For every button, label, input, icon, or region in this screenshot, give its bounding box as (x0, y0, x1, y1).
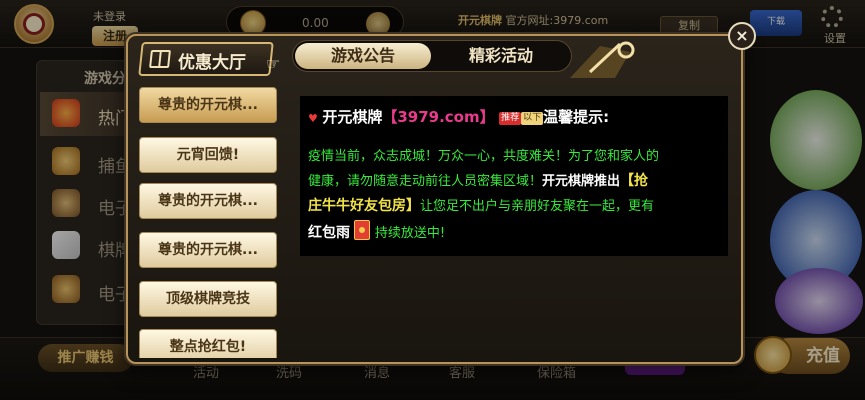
tab-featured-activities[interactable]: 精彩活动 (433, 43, 569, 69)
notice-text: 【抢 (620, 173, 649, 189)
gift-icon (149, 50, 171, 68)
list-item[interactable]: 尊贵的开元棋... (139, 183, 277, 219)
notice-tag: 以下 (521, 112, 544, 125)
notice-text: 庄牛牛好友包房】 (308, 198, 420, 214)
notice-brand: 开元棋牌 (322, 108, 383, 126)
list-item[interactable]: 整点抢红包! (139, 329, 277, 358)
notice-list: 尊贵的开元棋... 元宵回馈! 尊贵的开元棋... 尊贵的开元棋... 顶级棋牌… (134, 82, 286, 358)
list-item[interactable]: 元宵回馈! (139, 137, 277, 173)
recommend-tag: 推荐 (499, 112, 522, 125)
notice-line-3: 庄牛牛好友包房】让您足不出户与亲朋好友聚在一起，更有 (308, 195, 654, 218)
notice-text: 开元棋牌推出 (542, 174, 621, 189)
pointing-hand-icon: ☞ (266, 54, 281, 73)
red-envelope-icon (354, 220, 371, 240)
list-item[interactable]: 尊贵的开元棋... (139, 87, 277, 123)
heart-icon: ♥ (308, 112, 318, 125)
notice-content: ♥ 开元棋牌【3979.com】 推荐 以下 温馨提示: 疫情当前，众志成城！万众一… (300, 96, 728, 256)
notice-heading: ♥ 开元棋牌【3979.com】 推荐 以下 温馨提示: (308, 106, 609, 130)
close-button[interactable]: × (728, 22, 756, 50)
list-item[interactable]: 顶级棋牌竞技 (139, 281, 277, 317)
modal-tabs: 游戏公告 精彩活动 (292, 40, 572, 72)
notice-line-4: 红包雨 持续放送中! (308, 220, 445, 245)
notice-text: 让您足不出户与亲朋好友聚在一起，更有 (420, 199, 655, 214)
notice-line-2: 健康，请勿随意走动前往人员密集区域！开元棋牌推出【抢 (308, 170, 648, 193)
notice-tip: 温馨提示: (543, 108, 610, 126)
notice-text: 健康，请勿随意走动前往人员密集区域！ (308, 174, 543, 189)
tab-game-notice[interactable]: 游戏公告 (295, 43, 431, 69)
notice-site: 【3979.com】 (382, 108, 495, 126)
modal-title: 优惠大厅 (178, 53, 246, 73)
notice-line-1: 疫情当前，众志成城！万众一心，共度难关！为了您和家人的 (308, 149, 660, 164)
list-item[interactable]: 尊贵的开元棋... (139, 232, 277, 268)
decorative-key-icon (570, 41, 635, 78)
notice-text: 持续放送中! (374, 226, 446, 241)
notice-text: 红包雨 (308, 225, 350, 241)
